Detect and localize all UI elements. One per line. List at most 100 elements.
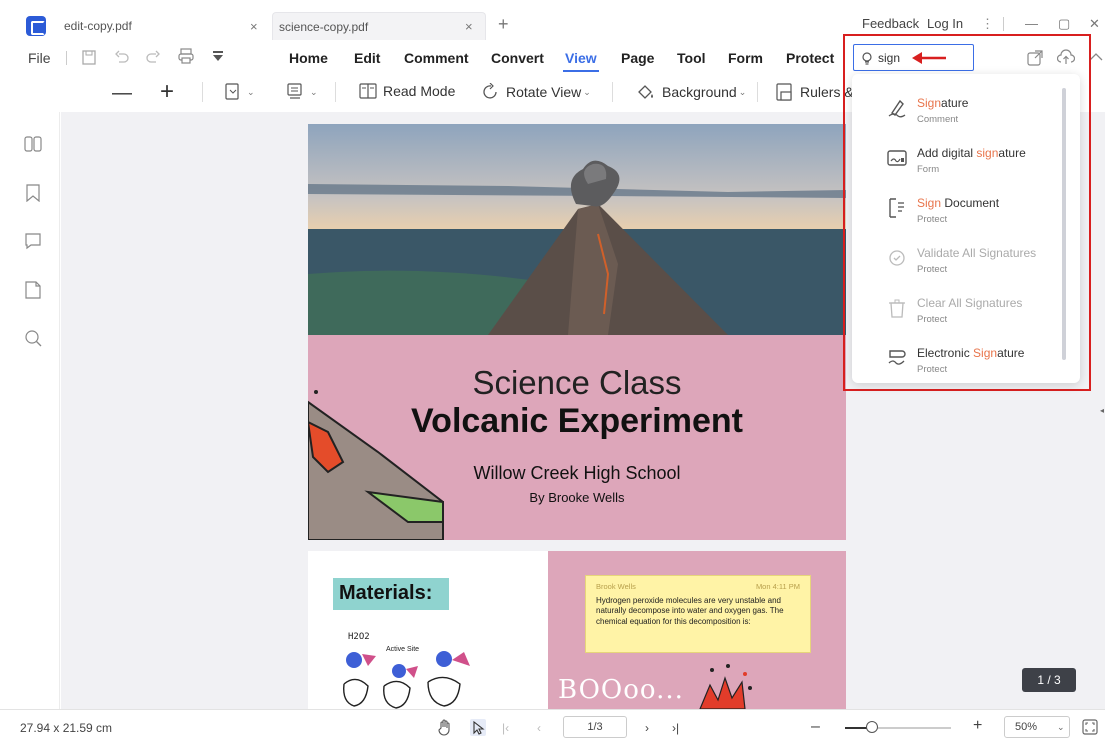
hand-tool-icon[interactable] — [437, 719, 453, 736]
chevron-down-icon: ⌄ — [1057, 721, 1065, 732]
chevron-down-icon: ⌄ — [738, 86, 747, 97]
maximize-button[interactable]: ▢ — [1058, 16, 1070, 32]
quick-access-dropdown-icon[interactable] — [212, 50, 224, 62]
last-page-button[interactable]: ›| — [672, 721, 679, 735]
fit-screen-icon[interactable] — [1082, 719, 1098, 735]
note-time: Mon 4:11 PM — [755, 582, 800, 591]
zoom-level-select[interactable]: 50% ⌄ — [1004, 716, 1070, 738]
search-results-dropdown: Signature Comment Add digital signature … — [852, 74, 1080, 383]
first-page-button[interactable]: |‹ — [502, 721, 509, 735]
menu-home[interactable]: Home — [289, 50, 328, 66]
result-title: Electronic Signature — [917, 346, 1025, 360]
result-add-digital-signature[interactable]: Add digital signature Form — [852, 137, 1080, 181]
menu-page[interactable]: Page — [621, 50, 654, 66]
result-title: Clear All Signatures — [917, 296, 1023, 310]
result-category: Form — [917, 164, 940, 175]
result-electronic-signature[interactable]: Electronic Signature Protect — [852, 337, 1080, 381]
result-category: Protect — [917, 314, 948, 325]
sticky-note[interactable]: Brook Wells Mon 4:11 PM Hydrogen peroxide… — [585, 575, 811, 653]
tab-label: science-copy.pdf — [279, 19, 369, 34]
digital-signature-icon — [887, 150, 907, 166]
menu-form[interactable]: Form — [728, 50, 763, 66]
next-page-button[interactable]: › — [645, 721, 649, 735]
rotate-icon — [483, 83, 497, 99]
menu-view[interactable]: View — [565, 50, 597, 66]
menu-protect[interactable]: Protect — [786, 50, 834, 66]
tab-label: edit-copy.pdf — [64, 19, 132, 33]
minimize-button[interactable]: — — [1025, 16, 1038, 31]
tab-close-icon[interactable]: × — [250, 19, 258, 34]
rotate-view-label: Rotate View — [506, 84, 582, 100]
chevron-down-icon: ⌄ — [310, 86, 318, 97]
zoom-out-button[interactable]: — — [112, 82, 132, 105]
menu-edit[interactable]: Edit — [354, 50, 380, 66]
page-display-dropdown[interactable]: ⌄ — [286, 83, 318, 101]
menu-file[interactable]: File — [28, 50, 51, 66]
page-fit-dropdown[interactable]: ⌄ — [225, 83, 255, 101]
result-category: Comment — [917, 114, 959, 125]
background-dropdown[interactable]: Background ⌄ — [636, 83, 746, 101]
rotate-view-dropdown[interactable]: Rotate View ⌄ — [482, 83, 591, 101]
electronic-signature-icon — [888, 350, 906, 365]
close-button[interactable]: ✕ — [1089, 16, 1100, 32]
note-text: Hydrogen peroxide molecules are very uns… — [596, 595, 784, 626]
comment-icon[interactable] — [24, 232, 42, 250]
result-category: Protect — [917, 214, 948, 225]
tab-edit-copy[interactable]: edit-copy.pdf × — [60, 12, 270, 40]
page-indicator: 1 / 3 — [1022, 668, 1076, 692]
result-category: Protect — [917, 364, 948, 375]
zoom-slider-handle[interactable] — [865, 721, 878, 733]
redo-icon[interactable] — [146, 50, 160, 64]
page-number-input[interactable]: 1/3 — [563, 716, 627, 738]
zoom-out-status-button[interactable]: – — [811, 718, 820, 736]
menu-convert[interactable]: Convert — [491, 50, 544, 66]
result-title: Validate All Signatures — [917, 246, 1037, 260]
collapse-right-panel-icon[interactable]: ◂ — [1100, 406, 1104, 415]
tab-science-copy[interactable]: science-copy.pdf × — [272, 12, 486, 40]
thumbnails-icon[interactable] — [24, 135, 42, 153]
boom-text: BOOoo... — [558, 675, 684, 705]
result-sign-document[interactable]: Sign Document Protect — [852, 187, 1080, 231]
bookmark-icon[interactable] — [24, 184, 42, 202]
divider — [335, 82, 336, 102]
handwriting-h2o2: H2O2 — [348, 632, 370, 642]
zoom-in-status-button[interactable]: + — [973, 717, 982, 735]
zoom-level-value: 50% — [1015, 721, 1038, 733]
select-tool-icon[interactable] — [470, 719, 486, 736]
validate-signature-icon — [889, 250, 905, 266]
divider — [1003, 17, 1004, 31]
attachment-icon[interactable] — [24, 281, 42, 299]
divider — [757, 82, 758, 102]
collapse-ribbon-icon[interactable] — [1089, 52, 1103, 62]
prev-page-button[interactable]: ‹ — [537, 721, 541, 735]
chevron-down-icon: ⌄ — [247, 86, 255, 97]
search-icon[interactable] — [24, 329, 42, 347]
dropdown-scrollbar[interactable] — [1062, 88, 1066, 360]
divider — [612, 82, 613, 102]
app-logo-icon — [26, 16, 46, 36]
ruler-icon — [776, 83, 792, 101]
read-mode-button[interactable]: Read Mode — [359, 83, 455, 99]
new-tab-button[interactable]: + — [498, 14, 509, 35]
chevron-down-icon: ⌄ — [583, 86, 591, 97]
menu-tool[interactable]: Tool — [677, 50, 706, 66]
print-icon[interactable] — [178, 48, 194, 64]
zoom-in-button[interactable]: + — [160, 78, 174, 106]
active-menu-indicator — [563, 70, 599, 72]
menu-comment[interactable]: Comment — [404, 50, 469, 66]
read-mode-label: Read Mode — [383, 83, 456, 99]
volcano-photo — [308, 124, 846, 335]
tab-close-icon[interactable]: × — [465, 19, 473, 34]
result-signature[interactable]: Signature Comment — [852, 87, 1080, 131]
feedback-link[interactable]: Feedback — [862, 16, 919, 31]
page-display-icon — [287, 83, 302, 99]
status-bar — [0, 709, 1105, 740]
login-link[interactable]: Log In — [927, 16, 963, 31]
note-author: Brook Wells — [596, 582, 636, 591]
result-title: Add digital signature — [917, 146, 1026, 160]
undo-icon[interactable] — [115, 50, 129, 64]
page-size-label: 27.94 x 21.59 cm — [20, 721, 113, 735]
materials-heading: Materials: — [333, 578, 449, 610]
more-options-icon[interactable]: ⋮ — [981, 16, 994, 32]
save-icon[interactable] — [82, 50, 96, 65]
